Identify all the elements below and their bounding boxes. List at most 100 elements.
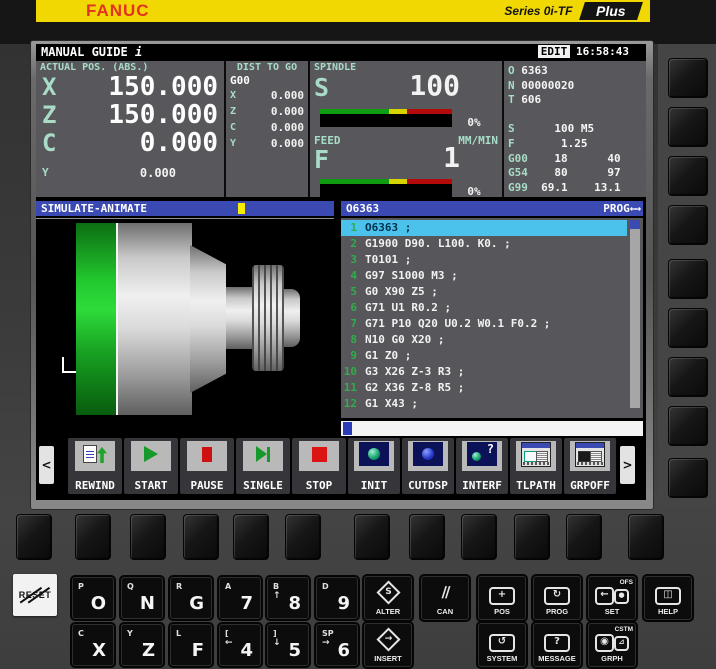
softkey-grpoff[interactable]: GRPOFF (564, 438, 616, 494)
plus-badge: Plus (579, 2, 642, 20)
bottom-soft-key-8[interactable] (409, 514, 445, 560)
side-soft-key-2[interactable] (668, 107, 708, 147)
program-line[interactable]: 2G1900 D90. L100. K0. ; (341, 236, 627, 252)
softkey-interf[interactable]: ?INTERF (456, 438, 508, 494)
key-F[interactable]: LF (170, 624, 212, 666)
program-line[interactable]: 4G97 S1000 M3 ; (341, 268, 627, 284)
side-soft-key-1[interactable] (668, 58, 708, 98)
bottom-soft-key-1[interactable] (16, 514, 52, 560)
program-line[interactable]: 7G71 P10 Q20 U0.2 W0.1 F0.2 ; (341, 316, 627, 332)
status-line: T 606 (508, 93, 621, 108)
status-line: G99 69.1 13.1 (508, 181, 621, 196)
title-i-suffix: i (135, 45, 142, 59)
program-line-current[interactable]: 1O6363 ; (341, 220, 627, 236)
scrollbar-thumb[interactable] (630, 220, 640, 229)
key-help[interactable]: ◫HELP (644, 576, 692, 620)
softkey-init[interactable]: INIT (348, 438, 400, 494)
bottom-soft-key-5[interactable] (233, 514, 269, 560)
key-message[interactable]: ?MESSAGE (533, 623, 581, 667)
status-line: G54 80 97 (508, 166, 621, 181)
softkey-page-right-button[interactable]: > (620, 446, 635, 484)
program-listing-panel: 1O6363 ;2G1900 D90. L100. K0. ;3T0101 ;4… (341, 218, 643, 418)
key-pos[interactable]: +POS (478, 576, 526, 620)
program-line[interactable]: 3T0101 ; (341, 252, 627, 268)
side-soft-key-5[interactable] (668, 259, 708, 299)
bottom-soft-key-3[interactable] (130, 514, 166, 560)
reset-key[interactable]: RESET (13, 574, 57, 616)
status-line (508, 108, 621, 123)
bottom-soft-key-9[interactable] (461, 514, 497, 560)
key-insert[interactable]: →INSERT (364, 623, 412, 667)
program-line[interactable]: 6G71 U1 R0.2 ; (341, 300, 627, 316)
program-line[interactable]: 12G1 X43 ; (341, 396, 627, 412)
bottom-soft-key-2[interactable] (75, 514, 111, 560)
softkey-rewind[interactable]: REWIND (68, 438, 122, 494)
axis-letter: Y (230, 136, 236, 152)
bottom-soft-key-7[interactable] (354, 514, 390, 560)
bottom-soft-key-12[interactable] (628, 514, 664, 560)
status-value: 6363 (515, 64, 548, 77)
key-7[interactable]: A7 (219, 577, 261, 619)
cancel-icon: ∕∕ (442, 582, 449, 601)
key-G[interactable]: RG (170, 577, 212, 619)
key-Z[interactable]: YZ (121, 624, 163, 666)
key-system[interactable]: ↺SYSTEM (478, 623, 526, 667)
program-scrollbar[interactable] (630, 220, 640, 408)
key-grph[interactable]: ◉⊿CSTMGRPH (588, 623, 636, 667)
key-prog[interactable]: ↻PROG (533, 576, 581, 620)
cnc-control-panel: FANUC Series 0i-TF Plus MANUAL GUIDE i E… (0, 0, 716, 669)
line-number: 11 (341, 380, 357, 396)
softkey-stop[interactable]: STOP (292, 438, 346, 494)
softkey-cutdsp[interactable]: CUTDSP (402, 438, 454, 494)
key-X[interactable]: CX (72, 624, 114, 666)
softkey-start[interactable]: START (124, 438, 178, 494)
bottom-soft-key-4[interactable] (183, 514, 219, 560)
side-soft-key-9[interactable] (668, 458, 708, 498)
status-label: G54 (508, 166, 528, 179)
softkey-single[interactable]: SINGLE (236, 438, 290, 494)
dist-to-go-header: DIST TO GO (226, 62, 308, 73)
key-5[interactable]: ]↓5 (267, 624, 309, 666)
side-soft-key-3[interactable] (668, 156, 708, 196)
status-value: 80 97 (528, 166, 621, 179)
side-soft-key-4[interactable] (668, 205, 708, 245)
softkey-tlpath[interactable]: TLPATH (510, 438, 562, 494)
key-alter[interactable]: SALTER (364, 576, 412, 620)
side-soft-key-7[interactable] (668, 357, 708, 397)
axis-value: 150.000 (66, 101, 218, 129)
mdi-input-line[interactable] (341, 421, 643, 436)
init-icon (359, 442, 389, 470)
message-icon: ? (544, 629, 570, 652)
bottom-soft-key-11[interactable] (566, 514, 602, 560)
line-text: G2 X36 Z-8 R5 ; (365, 380, 464, 396)
softkey-row: < REWINDSTARTPAUSESINGLESTOP INITCUTDSP?… (36, 437, 646, 495)
axis-letter: X (42, 73, 56, 101)
key-9[interactable]: D9 (316, 577, 358, 619)
program-line[interactable]: 9G1 Z0 ; (341, 348, 627, 364)
key-can[interactable]: ∕∕CAN (421, 576, 469, 620)
key-4[interactable]: [←4 (219, 624, 261, 666)
side-soft-key-8[interactable] (668, 406, 708, 446)
bottom-soft-key-6[interactable] (285, 514, 321, 560)
dist-axis-row: C0.000 (226, 120, 308, 136)
program-line[interactable]: 11 G2 X36 Z-8 R5 ; (341, 380, 627, 396)
axis-letter: Z (230, 104, 236, 120)
axis-position-row: X150.000 (36, 73, 224, 101)
bottom-soft-key-10[interactable] (514, 514, 550, 560)
key-6[interactable]: SP→6 (316, 624, 358, 666)
key-O[interactable]: PO (72, 577, 114, 619)
text-cursor (343, 422, 352, 435)
titlebar-cursor (238, 203, 245, 214)
series-label: Series 0i-TF (504, 4, 572, 18)
program-line[interactable]: 10G3 X26 Z-3 R3 ; (341, 364, 627, 380)
program-line[interactable]: 5G0 X90 Z5 ; (341, 284, 627, 300)
program-line[interactable]: 8N10 G0 X20 ; (341, 332, 627, 348)
simulate-window-titlebar: SIMULATE-ANIMATE (36, 201, 334, 216)
key-set[interactable]: ←●OFSSET (588, 576, 636, 620)
key-8[interactable]: B↑8 (267, 577, 309, 619)
softkey-pause[interactable]: PAUSE (180, 438, 234, 494)
side-soft-key-6[interactable] (668, 308, 708, 348)
softkey-page-left-button[interactable]: < (39, 446, 54, 484)
axis-value: 0.000 (271, 120, 304, 136)
key-N[interactable]: QN (121, 577, 163, 619)
